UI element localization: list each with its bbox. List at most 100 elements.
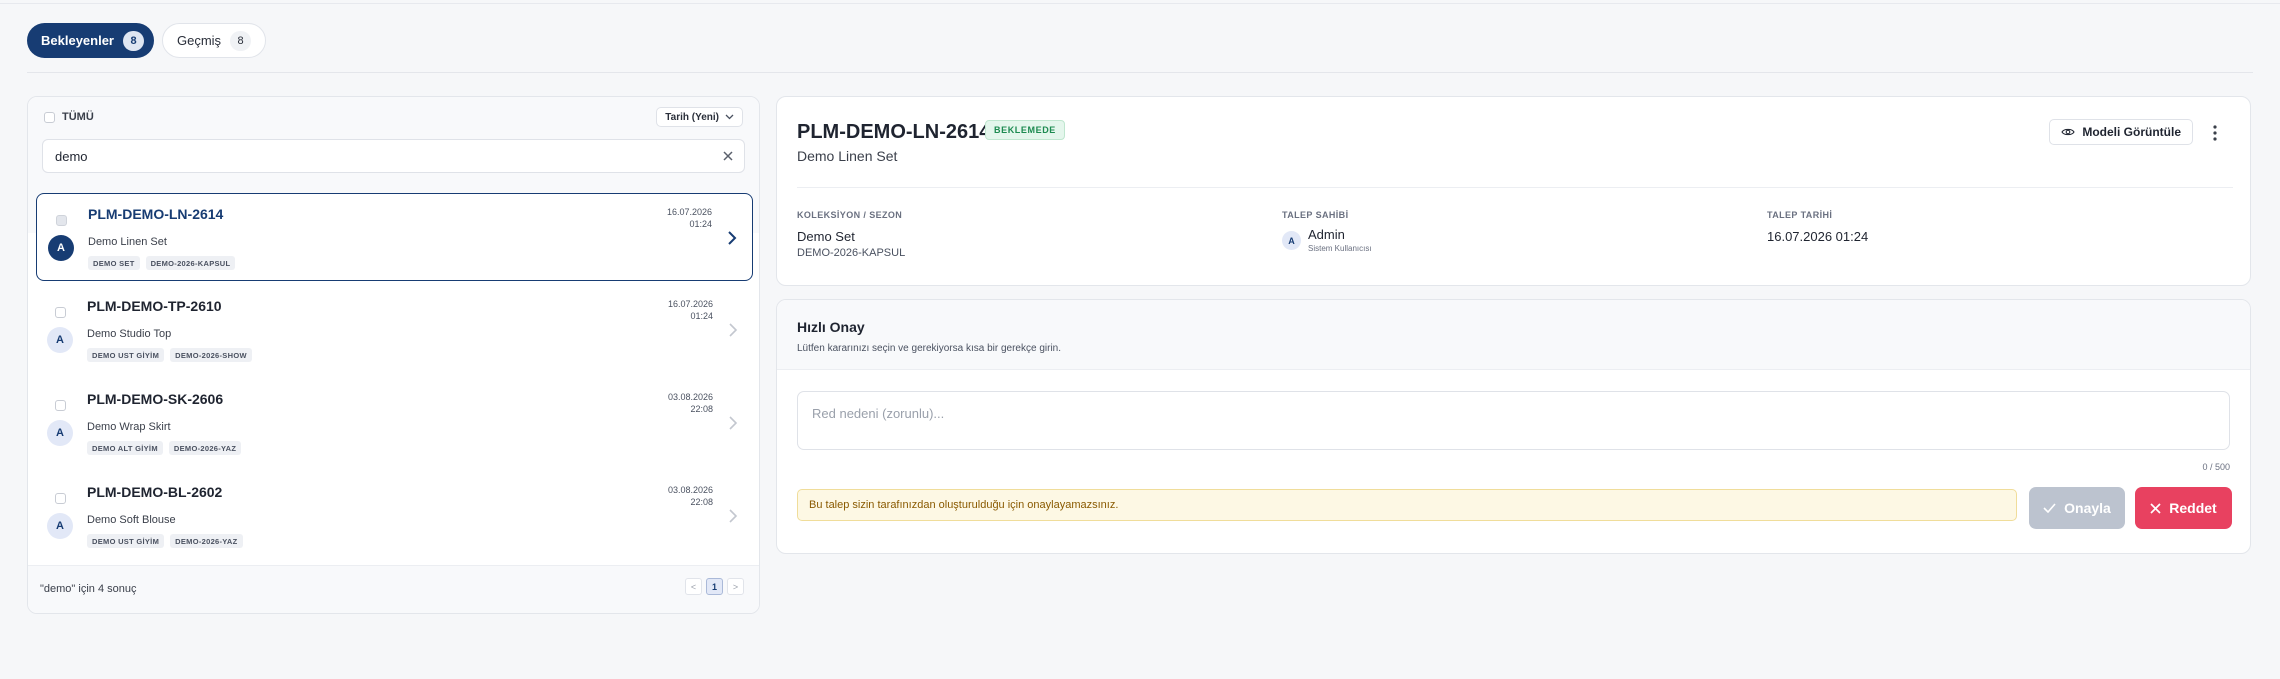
item-checkbox[interactable] <box>56 215 67 226</box>
tab-divider <box>27 72 2253 73</box>
sort-select[interactable]: Tarih (Yeni) <box>656 107 743 127</box>
tab-pending-label: Bekleyenler <box>41 33 114 48</box>
item-tags: DEMO ALT GİYİM DEMO-2026-YAZ <box>87 441 242 455</box>
tab-pending[interactable]: Bekleyenler 8 <box>27 23 154 58</box>
item-checkbox[interactable] <box>55 307 66 318</box>
tab-pending-count: 8 <box>123 30 144 51</box>
tab-history-label: Geçmiş <box>177 33 222 48</box>
list-item[interactable]: PLM-DEMO-BL-2602 A Demo Soft Blouse DEMO… <box>36 472 753 560</box>
list-footer: "demo" için 4 sonuç < 1 > <box>28 565 759 613</box>
status-badge: BEKLEMEDE <box>985 120 1065 140</box>
owner-name: Admin <box>1308 227 1345 242</box>
owner-field: TALEP SAHİBİ A Admin Sistem Kullanıcısı <box>1282 210 1372 253</box>
tag-collection: DEMO UST GİYİM <box>87 348 165 362</box>
item-datetime: 03.08.2026 22:08 <box>668 391 713 415</box>
avatar: A <box>47 327 73 353</box>
item-time: 01:24 <box>689 219 712 229</box>
item-name: Demo Wrap Skirt <box>87 421 171 433</box>
view-model-button[interactable]: Modeli Görüntüle <box>2049 119 2193 145</box>
char-counter: 0 / 500 <box>2202 462 2230 472</box>
pagination: < 1 > <box>685 578 744 595</box>
item-time: 22:08 <box>690 404 713 414</box>
request-list-panel: TÜMÜ Tarih (Yeni) PLM-DEMO-LN-2614 A Dem… <box>27 96 760 614</box>
item-datetime: 16.07.2026 01:24 <box>668 298 713 322</box>
item-date: 16.07.2026 <box>667 299 713 309</box>
clear-search-icon[interactable] <box>720 148 736 164</box>
item-checkbox[interactable] <box>55 400 66 411</box>
collection-field: KOLEKSİYON / SEZON Demo Set DEMO-2026-KA… <box>797 210 905 259</box>
close-icon <box>2150 502 2161 514</box>
tag-collection: DEMO SET <box>88 256 140 270</box>
avatar: A <box>1282 231 1301 250</box>
approve-button[interactable]: Onayla <box>2029 487 2125 529</box>
item-datetime: 03.08.2026 22:08 <box>668 484 713 508</box>
quick-approval-title: Hızlı Onay <box>797 319 865 335</box>
detail-card: PLM-DEMO-LN-2614 BEKLEMEDE Demo Linen Se… <box>776 96 2251 286</box>
tag-collection: DEMO UST GİYİM <box>87 534 165 548</box>
tab-history-count: 8 <box>230 30 252 51</box>
chevron-right-icon <box>729 323 738 337</box>
avatar: A <box>48 235 74 261</box>
rejection-reason-input[interactable] <box>797 391 2230 450</box>
tab-history[interactable]: Geçmiş 8 <box>162 23 267 58</box>
item-time: 22:08 <box>690 497 713 507</box>
request-date-label: TALEP TARİHİ <box>1767 210 1833 220</box>
item-code: PLM-DEMO-BL-2602 <box>87 484 223 500</box>
item-checkbox[interactable] <box>55 493 66 504</box>
result-count: "demo" için 4 sonuç <box>40 583 137 595</box>
tab-bar: Bekleyenler 8 Geçmiş 8 <box>27 23 267 58</box>
chevron-right-icon <box>729 416 738 430</box>
tag-season: DEMO-2026-KAPSUL <box>145 256 236 270</box>
list-item[interactable]: PLM-DEMO-LN-2614 A Demo Linen Set DEMO S… <box>36 193 753 281</box>
owner-label: TALEP SAHİBİ <box>1282 210 1349 220</box>
tag-season: DEMO-2026-YAZ <box>170 534 243 548</box>
sort-select-label: Tarih (Yeni) <box>665 111 719 123</box>
select-all-label: TÜMÜ <box>62 111 94 123</box>
item-tags: DEMO UST GİYİM DEMO-2026-SHOW <box>87 348 252 362</box>
view-model-label: Modeli Görüntüle <box>2082 125 2181 139</box>
chevron-right-icon <box>728 231 737 245</box>
search-input[interactable] <box>42 139 745 173</box>
collection-label: KOLEKSİYON / SEZON <box>797 210 903 220</box>
select-all-checkbox[interactable] <box>44 111 55 123</box>
eye-icon <box>2061 128 2075 136</box>
item-date: 03.08.2026 <box>667 485 713 495</box>
item-date: 03.08.2026 <box>667 392 713 402</box>
item-name: Demo Studio Top <box>87 328 172 340</box>
chevron-down-icon <box>725 114 734 120</box>
owner-info: A Admin Sistem Kullanıcısı <box>1282 227 1372 253</box>
page-title: PLM-DEMO-LN-2614 <box>797 121 991 143</box>
item-name: Demo Linen Set <box>88 236 167 248</box>
more-vertical-icon[interactable] <box>2207 124 2223 142</box>
item-code: PLM-DEMO-SK-2606 <box>87 391 224 407</box>
owner-role: Sistem Kullanıcısı <box>1308 244 1372 253</box>
top-divider <box>0 3 2280 4</box>
quick-approval-header: Hızlı Onay Lütfen kararınızı seçin ve ge… <box>777 300 2250 370</box>
request-date-value: 16.07.2026 01:24 <box>1767 229 1869 244</box>
avatar: A <box>47 420 73 446</box>
detail-divider <box>797 187 2233 188</box>
chevron-right-icon <box>729 509 738 523</box>
prev-page-button[interactable]: < <box>685 578 702 595</box>
item-date: 16.07.2026 <box>666 207 712 217</box>
page-button-current[interactable]: 1 <box>706 578 723 595</box>
select-all[interactable]: TÜMÜ <box>44 111 94 123</box>
approve-label: Onayla <box>2064 500 2111 516</box>
item-tags: DEMO UST GİYİM DEMO-2026-YAZ <box>87 534 243 548</box>
avatar: A <box>47 513 73 539</box>
list-item[interactable]: PLM-DEMO-SK-2606 A Demo Wrap Skirt DEMO … <box>36 379 753 467</box>
warning-banner: Bu talep sizin tarafınızdan oluşturulduğ… <box>797 489 2017 521</box>
tag-collection: DEMO ALT GİYİM <box>87 441 163 455</box>
item-code: PLM-DEMO-TP-2610 <box>87 298 222 314</box>
quick-approval-card: Hızlı Onay Lütfen kararınızı seçin ve ge… <box>776 299 2251 554</box>
reject-button[interactable]: Reddet <box>2135 487 2232 529</box>
tag-season: DEMO-2026-SHOW <box>170 348 252 362</box>
list-item[interactable]: PLM-DEMO-TP-2610 A Demo Studio Top DEMO … <box>36 286 753 374</box>
item-datetime: 16.07.2026 01:24 <box>667 206 712 230</box>
next-page-button[interactable]: > <box>727 578 744 595</box>
item-name: Demo Soft Blouse <box>87 514 176 526</box>
collection-value: Demo Set <box>797 229 855 244</box>
detail-subtitle: Demo Linen Set <box>797 148 898 164</box>
request-date-field: TALEP TARİHİ 16.07.2026 01:24 <box>1767 210 1868 244</box>
item-code: PLM-DEMO-LN-2614 <box>88 206 224 222</box>
